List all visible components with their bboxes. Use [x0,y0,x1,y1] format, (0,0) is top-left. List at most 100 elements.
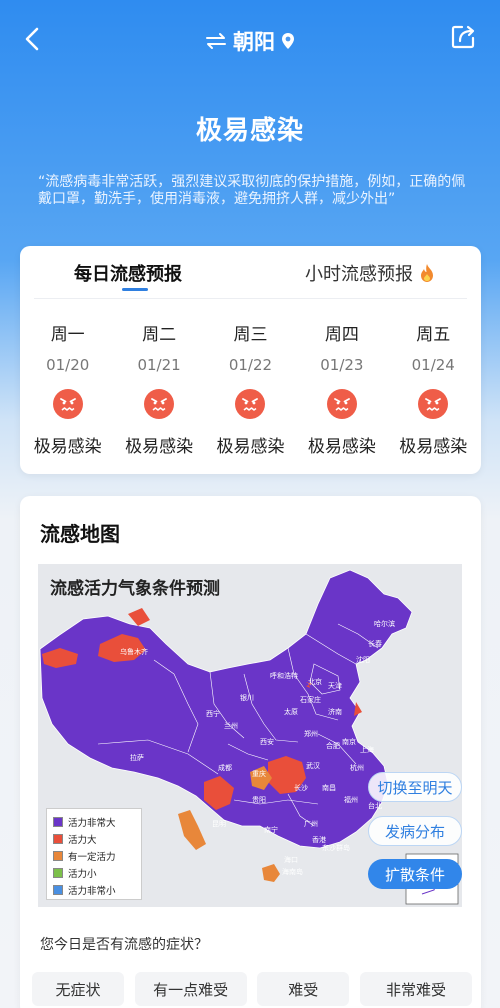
day-level: 极易感染 [125,437,194,457]
angry-face-icon [144,389,175,419]
forecast-tabs: 每日流感预报 小时流感预报 [20,246,481,300]
day-weekday: 周一 [50,325,85,345]
legend-swatch [53,884,63,895]
svg-text:香港: 香港 [312,835,326,844]
svg-text:沈阳: 沈阳 [356,655,370,664]
svg-text:重庆: 重庆 [252,769,266,778]
day-item[interactable]: 周五 01/24 极易感染 [388,320,478,457]
map-legend: 活力非常大 活力大 有一定活力 活力小 活力非常小 [46,808,142,900]
advice-text: “流感病毒非常活跃，强烈建议采取彻底的保护措施，例如，正确的佩戴口罩，勤洗手，使… [38,174,466,207]
svg-text:昆明: 昆明 [212,820,226,828]
location-name: 朝阳 [233,30,275,54]
svg-text:东沙群岛: 东沙群岛 [322,843,350,852]
day-list: 周一 01/20 极易感染 周二 01/21 极易感染 周三 01/22 极易感… [20,320,481,457]
tab-hourly-forecast[interactable]: 小时流感预报 [305,260,435,286]
option-no-symptoms[interactable]: 无症状 [32,972,124,1006]
legend-item: 活力小 [53,864,135,881]
day-weekday: 周四 [324,325,359,345]
svg-text:长春: 长春 [368,639,382,648]
risk-level-headline: 极易感染 [195,116,304,146]
day-item[interactable]: 周一 01/20 极易感染 [23,320,113,457]
legend-label: 活力非常小 [68,885,116,897]
svg-text:成都: 成都 [218,763,232,772]
day-date: 01/21 [137,356,181,374]
svg-text:太原: 太原 [284,707,298,716]
svg-text:海口: 海口 [284,855,298,864]
svg-text:兰州: 兰州 [224,721,238,730]
location-selector[interactable]: 朝阳 [0,26,500,56]
svg-text:贵阳: 贵阳 [252,795,266,804]
svg-text:乌鲁木齐: 乌鲁木齐 [120,647,148,656]
option-very-unwell[interactable]: 非常难受 [359,972,472,1006]
svg-text:广州: 广州 [304,819,318,828]
svg-text:南宁: 南宁 [264,825,278,834]
day-date: 01/23 [320,356,364,374]
svg-text:天津: 天津 [328,682,342,690]
swap-arrows-icon [206,33,226,49]
flame-icon [420,264,433,282]
tab-hourly-label: 小时流感预报 [305,264,413,285]
legend-swatch [53,850,63,861]
svg-text:福州: 福州 [344,795,358,804]
svg-text:南昌: 南昌 [322,783,336,792]
angry-face-icon [418,389,449,419]
symptom-options: 无症状 有一点难受 难受 非常难受 [32,972,472,1006]
day-level: 极易感染 [307,437,376,457]
svg-text:台北: 台北 [368,801,382,810]
spread-conditions-button[interactable]: 扩散条件 [368,859,462,889]
day-item[interactable]: 周四 01/23 极易感染 [297,320,387,457]
day-date: 01/24 [411,356,455,374]
legend-item: 有一定活力 [53,847,135,864]
day-date: 01/20 [46,356,90,374]
svg-text:南京: 南京 [342,737,356,746]
svg-text:济南: 济南 [328,707,342,716]
day-level: 极易感染 [399,437,468,457]
svg-text:石家庄: 石家庄 [300,695,321,704]
day-level: 极易感染 [216,437,285,457]
day-weekday: 周二 [142,325,177,345]
flu-map-card: 流感地图 乌鲁木齐 拉萨 西宁 兰州 银川 呼和浩特 北京 天津 石家庄 太原 … [20,496,481,1008]
flu-map[interactable]: 乌鲁木齐 拉萨 西宁 兰州 银川 呼和浩特 北京 天津 石家庄 太原 济南 郑州… [38,564,462,907]
svg-text:哈尔滨: 哈尔滨 [374,619,395,628]
day-level: 极易感染 [33,437,102,457]
day-date: 01/22 [228,356,273,374]
day-weekday: 周五 [416,325,451,345]
svg-text:西安: 西安 [260,737,274,746]
map-section-title: 流感地图 [40,522,120,546]
legend-swatch [53,816,63,827]
legend-swatch [53,867,63,878]
switch-to-tomorrow-button[interactable]: 切换至明天 [368,772,462,802]
legend-label: 有一定活力 [68,851,116,863]
angry-face-icon [326,389,357,419]
legend-swatch [53,833,63,844]
svg-text:西宁: 西宁 [206,709,220,718]
option-slightly-unwell[interactable]: 有一点难受 [134,972,247,1006]
legend-label: 活力非常大 [68,817,116,829]
day-item[interactable]: 周二 01/21 极易感染 [114,320,204,457]
svg-text:北京: 北京 [308,677,322,686]
legend-item: 活力非常小 [53,881,135,898]
legend-label: 活力小 [68,868,97,880]
location-pin-icon [282,33,294,49]
day-weekday: 周三 [233,325,268,345]
svg-text:合肥: 合肥 [326,741,340,750]
forecast-card: 每日流感预报 小时流感预报 周一 01/20 极易感染 周二 01/21 极易感… [20,246,481,474]
svg-text:长沙: 长沙 [294,783,308,792]
svg-text:海南岛: 海南岛 [282,867,303,876]
legend-item: 活力非常大 [53,813,135,830]
legend-item: 活力大 [53,830,135,847]
distribution-button[interactable]: 发病分布 [368,816,462,846]
share-icon[interactable] [448,22,478,52]
svg-text:郑州: 郑州 [304,730,318,738]
tab-daily-forecast[interactable]: 每日流感预报 [74,260,182,286]
angry-face-icon [235,389,266,419]
svg-text:银川: 银川 [240,693,254,702]
day-item[interactable]: 周三 01/22 极易感染 [205,320,295,457]
option-unwell[interactable]: 难受 [257,972,350,1006]
svg-text:呼和浩特: 呼和浩特 [270,671,298,680]
tab-divider [34,298,467,299]
svg-text:杭州: 杭州 [350,763,364,772]
angry-face-icon [52,389,83,419]
svg-text:上海: 上海 [360,745,374,754]
legend-label: 活力大 [68,834,97,846]
